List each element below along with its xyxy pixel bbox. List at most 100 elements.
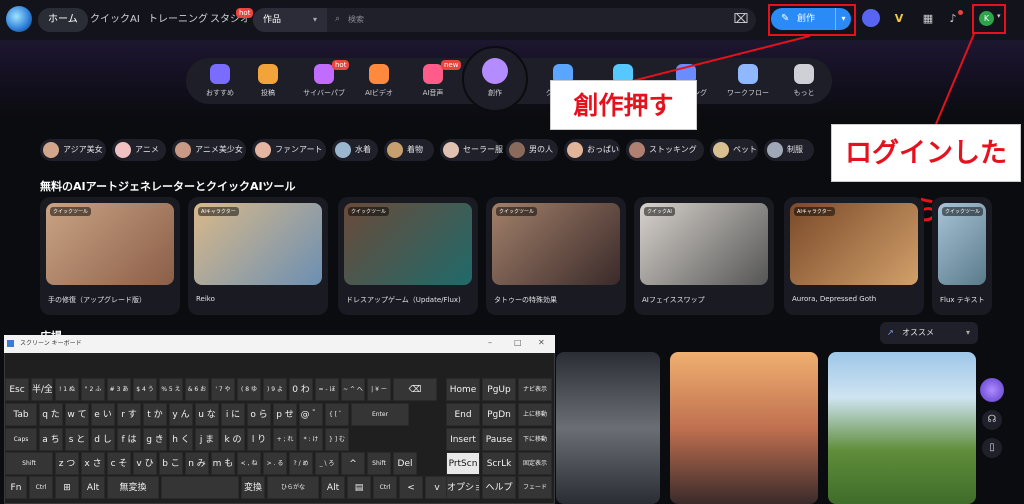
tag-chip[interactable]: 水着 bbox=[332, 139, 378, 161]
keyboard-key[interactable]: { [ ゜ bbox=[325, 403, 349, 426]
keyboard-key[interactable]: ^ bbox=[341, 452, 365, 475]
feed-image-2[interactable] bbox=[670, 352, 818, 504]
keyboard-key[interactable]: w て bbox=[65, 403, 89, 426]
keyboard-key[interactable]: = - ほ bbox=[315, 378, 339, 401]
keyboard-side-key[interactable]: ヘルプ bbox=[482, 476, 516, 499]
keyboard-side-key[interactable]: オプション bbox=[446, 476, 480, 499]
keyboard-side-key[interactable]: PgUp bbox=[482, 378, 516, 401]
keyboard-key[interactable]: r す bbox=[117, 403, 141, 426]
keyboard-side-key[interactable]: フェード bbox=[518, 476, 552, 499]
keyboard-minimize-icon[interactable]: – bbox=[488, 338, 492, 347]
keyboard-key[interactable]: ! 1 ぬ bbox=[55, 378, 79, 401]
keyboard-key[interactable]: 0 わ bbox=[289, 378, 313, 401]
keyboard-key[interactable]: Del bbox=[393, 452, 417, 475]
keyboard-key[interactable]: ひらがな bbox=[267, 476, 319, 499]
keyboard-key[interactable]: @ ゛ bbox=[299, 403, 323, 426]
tag-chip[interactable]: セーラー服 bbox=[440, 139, 503, 161]
keyboard-key[interactable]: Ctrl bbox=[29, 476, 53, 499]
ai-assistant-icon[interactable] bbox=[980, 378, 1004, 402]
tag-chip[interactable]: おっぱい bbox=[564, 139, 620, 161]
keyboard-key[interactable]: % 5 え bbox=[159, 378, 183, 401]
tag-chip[interactable]: アニメ bbox=[112, 139, 166, 161]
headset-icon[interactable]: ☊ bbox=[982, 410, 1002, 430]
keyboard-key[interactable]: q た bbox=[39, 403, 63, 426]
keyboard-side-key[interactable]: PgDn bbox=[482, 403, 516, 426]
tag-chip[interactable]: 男の人 bbox=[506, 139, 558, 161]
keyboard-key[interactable]: ▤ bbox=[347, 476, 371, 499]
keyboard-key[interactable]: j ま bbox=[195, 428, 219, 451]
keyboard-key[interactable]: } ] む bbox=[325, 428, 349, 451]
tag-chip[interactable]: ストッキング bbox=[626, 139, 704, 161]
feed-image-3[interactable] bbox=[828, 352, 976, 504]
keyboard-key[interactable]: z つ bbox=[55, 452, 79, 475]
keyboard-key[interactable]: h く bbox=[169, 428, 193, 451]
feed-image-1[interactable] bbox=[556, 352, 660, 504]
keyboard-key[interactable]: g き bbox=[143, 428, 167, 451]
tool-card[interactable]: クイックツール Flux テキスト bbox=[932, 197, 992, 315]
keyboard-side-key[interactable]: ナビ表示 bbox=[518, 378, 552, 401]
keyboard-key[interactable]: n み bbox=[185, 452, 209, 475]
keyboard-key[interactable]: Shift bbox=[367, 452, 391, 475]
keyboard-key[interactable]: * : け bbox=[299, 428, 323, 451]
keyboard-key[interactable]: ( 8 ゆ bbox=[237, 378, 261, 401]
tag-chip[interactable]: ファンアート bbox=[252, 139, 326, 161]
tag-chip[interactable]: ペット bbox=[710, 139, 758, 161]
keyboard-key[interactable]: y ん bbox=[169, 403, 193, 426]
keyboard-key[interactable]: ) 9 よ bbox=[263, 378, 287, 401]
tool-card[interactable]: AIキャラクター Reiko bbox=[188, 197, 328, 315]
keyboard-key[interactable]: o ら bbox=[247, 403, 271, 426]
keyboard-key[interactable]: u な bbox=[195, 403, 219, 426]
keyboard-side-key[interactable]: Pause bbox=[482, 428, 516, 451]
keyboard-key[interactable]: Shift bbox=[5, 452, 53, 475]
keyboard-key[interactable]: Alt bbox=[321, 476, 345, 499]
keyboard-key[interactable]: ' 7 や bbox=[211, 378, 235, 401]
keyboard-key[interactable]: m も bbox=[211, 452, 235, 475]
tool-card[interactable]: クイックツール ドレスアップゲーム（Update/Flux) bbox=[338, 197, 478, 315]
sort-select[interactable]: ↗ オススメ ▾ bbox=[880, 322, 978, 344]
keyboard-key[interactable]: Fn bbox=[5, 476, 27, 499]
keyboard-key[interactable]: Alt bbox=[81, 476, 105, 499]
tool-card[interactable]: AIキャラクター Aurora, Depressed Goth bbox=[784, 197, 924, 315]
tag-chip[interactable]: 制服 bbox=[764, 139, 814, 161]
keyboard-key[interactable]: f は bbox=[117, 428, 141, 451]
keyboard-key[interactable]: i に bbox=[221, 403, 245, 426]
tool-card[interactable]: クイックAI AIフェイススワップ bbox=[634, 197, 774, 315]
keyboard-side-key[interactable]: 下に移動 bbox=[518, 428, 552, 451]
keyboard-maximize-icon[interactable]: □ bbox=[514, 338, 522, 347]
keyboard-key[interactable]: 変換 bbox=[241, 476, 265, 499]
keyboard-key[interactable]: v ひ bbox=[133, 452, 157, 475]
keyboard-key[interactable] bbox=[161, 476, 239, 499]
keyboard-key[interactable]: & 6 お bbox=[185, 378, 209, 401]
keyboard-key[interactable]: Tab bbox=[5, 403, 37, 426]
keyboard-key[interactable]: l り bbox=[247, 428, 271, 451]
tag-chip[interactable]: 着物 bbox=[384, 139, 434, 161]
tool-card[interactable]: クイックツール タトゥーの特殊効果 bbox=[486, 197, 626, 315]
keyboard-side-key[interactable]: 上に移動 bbox=[518, 403, 552, 426]
keyboard-key[interactable]: $ 4 う bbox=[133, 378, 157, 401]
keyboard-key[interactable]: # 3 あ bbox=[107, 378, 131, 401]
keyboard-key[interactable]: b こ bbox=[159, 452, 183, 475]
keyboard-key[interactable]: 無変換 bbox=[107, 476, 159, 499]
keyboard-key[interactable]: ⌫ bbox=[393, 378, 437, 401]
tag-chip[interactable]: アニメ美少女 bbox=[172, 139, 246, 161]
keyboard-key[interactable]: k の bbox=[221, 428, 245, 451]
keyboard-key[interactable]: ~ ^ へ bbox=[341, 378, 365, 401]
keyboard-key[interactable]: p せ bbox=[273, 403, 297, 426]
keyboard-key[interactable]: Enter bbox=[351, 403, 409, 426]
keyboard-key[interactable]: < bbox=[399, 476, 423, 499]
keyboard-key[interactable]: t か bbox=[143, 403, 167, 426]
keyboard-side-key[interactable]: 固定表示 bbox=[518, 452, 552, 475]
keyboard-key[interactable]: < , ね bbox=[237, 452, 261, 475]
keyboard-side-key[interactable]: Insert bbox=[446, 428, 480, 451]
keyboard-close-icon[interactable]: ✕ bbox=[538, 338, 545, 347]
keyboard-side-key[interactable]: Home bbox=[446, 378, 480, 401]
keyboard-side-key[interactable]: ScrLk bbox=[482, 452, 516, 475]
keyboard-key[interactable]: s と bbox=[65, 428, 89, 451]
keyboard-key[interactable]: Caps bbox=[5, 428, 37, 451]
tag-chip[interactable]: アジア美女 bbox=[40, 139, 106, 161]
keyboard-key[interactable]: x さ bbox=[81, 452, 105, 475]
keyboard-key[interactable]: | ¥ ー bbox=[367, 378, 391, 401]
keyboard-key[interactable]: " 2 ふ bbox=[81, 378, 105, 401]
keyboard-key[interactable]: e い bbox=[91, 403, 115, 426]
keyboard-key[interactable]: + ; れ bbox=[273, 428, 297, 451]
